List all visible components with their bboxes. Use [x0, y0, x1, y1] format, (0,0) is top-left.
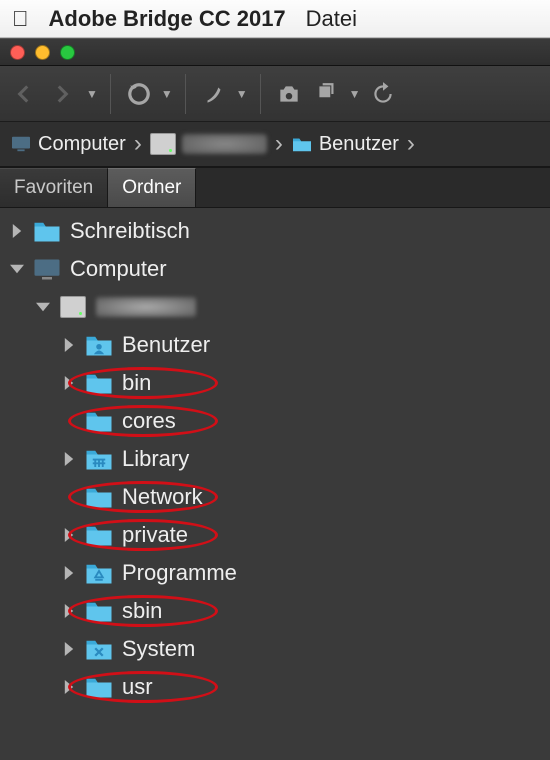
- tree-label: private: [122, 522, 188, 548]
- disclosure-triangle-icon[interactable]: [60, 374, 78, 392]
- path-separator-icon: ›: [407, 130, 415, 158]
- tree-row[interactable]: Network: [0, 478, 550, 516]
- tree-row[interactable]: Computer: [0, 250, 550, 288]
- path-segment-folder[interactable]: Benutzer: [291, 133, 399, 156]
- disclosure-triangle-icon[interactable]: [34, 298, 52, 316]
- tree-label: Schreibtisch: [70, 218, 190, 244]
- path-label: Benutzer: [319, 133, 399, 156]
- folder-tree: Schreibtisch Computer Benutzer bin cores Libr…: [0, 208, 550, 726]
- arrow-left-icon: [11, 81, 37, 107]
- recent-icon: [126, 81, 152, 107]
- macos-menubar:  Adobe Bridge CC 2017 Datei: [0, 0, 550, 38]
- tree-row[interactable]: cores: [0, 402, 550, 440]
- chevron-down-icon: ▼: [161, 87, 173, 101]
- computer-icon: [10, 135, 32, 153]
- tree-label: usr: [122, 674, 153, 700]
- hdd-icon: [150, 133, 176, 155]
- path-segment-computer[interactable]: Computer: [10, 133, 126, 156]
- toolbar-separator: [110, 74, 111, 114]
- window-close-icon[interactable]: [10, 45, 25, 60]
- redacted-label: [182, 134, 267, 154]
- toolbar: ▼ ▼ ▼ ▼: [0, 66, 550, 122]
- disclosure-triangle-icon[interactable]: [60, 564, 78, 582]
- folder-icon: [291, 135, 313, 153]
- tree-row[interactable]: Library: [0, 440, 550, 478]
- tab-favorites[interactable]: Favoriten: [0, 168, 108, 207]
- disclosure-triangle-icon[interactable]: [60, 450, 78, 468]
- arrow-right-icon: [49, 81, 75, 107]
- path-bar: Computer › › Benutzer ›: [0, 122, 550, 168]
- tree-label: Computer: [70, 256, 167, 282]
- folder-icon: [84, 560, 114, 586]
- folder-icon: [84, 484, 114, 510]
- disclosure-triangle-icon[interactable]: [8, 222, 26, 240]
- tree-row[interactable]: usr: [0, 668, 550, 706]
- app-name[interactable]: Adobe Bridge CC 2017: [49, 6, 286, 32]
- folder-icon: [84, 598, 114, 624]
- tree-row[interactable]: bin: [0, 364, 550, 402]
- tree-label: System: [122, 636, 195, 662]
- path-segment-hdd[interactable]: [150, 133, 267, 155]
- disclosure-triangle-icon[interactable]: [8, 260, 26, 278]
- window-minimize-icon[interactable]: [35, 45, 50, 60]
- tree-row[interactable]: System: [0, 630, 550, 668]
- folder-icon: [84, 636, 114, 662]
- boomerang-icon: [201, 81, 227, 107]
- folder-icon: [32, 218, 62, 244]
- toolbar-separator: [185, 74, 186, 114]
- menu-datei[interactable]: Datei: [306, 6, 357, 32]
- camera-download-icon: [276, 81, 302, 107]
- tab-folders[interactable]: Ordner: [108, 168, 196, 207]
- folder-icon: [84, 674, 114, 700]
- tree-row[interactable]: Programme: [0, 554, 550, 592]
- tree-row[interactable]: Benutzer: [0, 326, 550, 364]
- stack-icon: [314, 81, 340, 107]
- window-titlebar: [0, 38, 550, 66]
- disclosure-triangle-icon[interactable]: [60, 678, 78, 696]
- recent-button[interactable]: ▼: [123, 78, 173, 110]
- tree-row[interactable]: sbin: [0, 592, 550, 630]
- tree-label: sbin: [122, 598, 162, 624]
- tree-row[interactable]: [0, 288, 550, 326]
- tree-label: Library: [122, 446, 189, 472]
- folder-icon: [84, 408, 114, 434]
- boost-button[interactable]: ▼: [198, 78, 248, 110]
- path-label: Computer: [38, 133, 126, 156]
- nav-forward-button[interactable]: [46, 78, 78, 110]
- disclosure-triangle-icon[interactable]: [60, 602, 78, 620]
- window-zoom-icon[interactable]: [60, 45, 75, 60]
- apple-menu-icon[interactable]: : [12, 6, 29, 32]
- chevron-down-icon: ▼: [236, 87, 248, 101]
- tree-row[interactable]: Schreibtisch: [0, 212, 550, 250]
- get-photos-button[interactable]: [273, 78, 305, 110]
- disclosure-triangle-icon[interactable]: [60, 640, 78, 658]
- tree-label: Benutzer: [122, 332, 210, 358]
- panel-tabs: Favoriten Ordner: [0, 168, 550, 208]
- path-separator-icon: ›: [275, 130, 283, 158]
- hdd-icon: [58, 294, 88, 320]
- toolbar-separator: [260, 74, 261, 114]
- folder-icon: [84, 446, 114, 472]
- nav-history-dropdown[interactable]: ▼: [86, 87, 98, 101]
- redacted-label: [96, 297, 196, 317]
- folder-icon: [84, 332, 114, 358]
- path-separator-icon: ›: [134, 130, 142, 158]
- tree-row[interactable]: private: [0, 516, 550, 554]
- tree-label: cores: [122, 408, 176, 434]
- chevron-down-icon: ▼: [349, 87, 361, 101]
- output-button[interactable]: ▼: [311, 78, 361, 110]
- rotate-ccw-icon: [370, 81, 396, 107]
- folder-icon: [84, 522, 114, 548]
- tree-label: bin: [122, 370, 151, 396]
- folder-icon: [84, 370, 114, 396]
- tree-label: Network: [122, 484, 203, 510]
- rotate-ccw-button[interactable]: [367, 78, 399, 110]
- disclosure-triangle-icon[interactable]: [60, 336, 78, 354]
- computer-icon: [32, 256, 62, 282]
- disclosure-triangle-icon[interactable]: [60, 526, 78, 544]
- tree-label: Programme: [122, 560, 237, 586]
- nav-back-button[interactable]: [8, 78, 40, 110]
